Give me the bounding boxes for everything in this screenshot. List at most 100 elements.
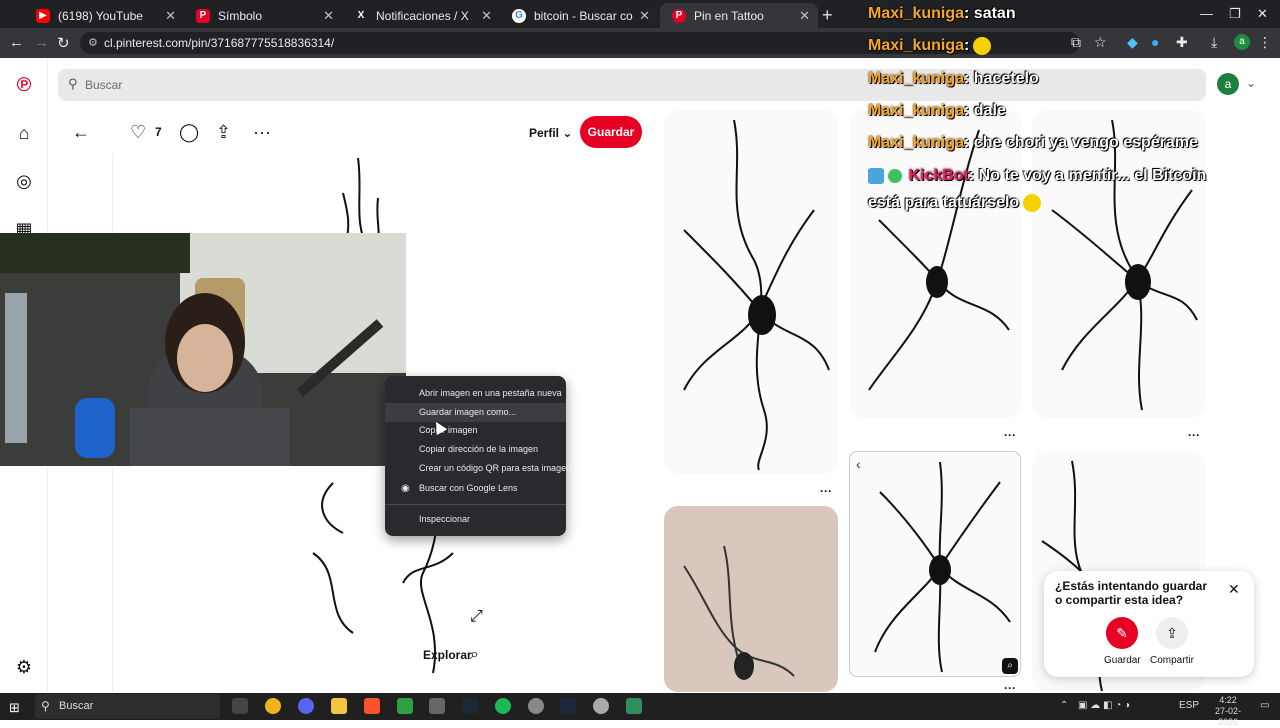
extension-icon[interactable]: ●	[1151, 34, 1159, 50]
taskbar-clock[interactable]: 4:22 27-02-2026	[1206, 695, 1250, 728]
related-pin[interactable]	[1032, 110, 1205, 418]
heart-icon[interactable]: ♡	[130, 122, 146, 143]
tab-label: (6198) YouTube	[58, 8, 143, 23]
task-view-icon[interactable]	[232, 698, 248, 714]
clock-date: 27-02-2026	[1214, 706, 1241, 727]
spotify-icon[interactable]	[495, 698, 511, 714]
download-icon[interactable]: ⤓	[1211, 34, 1217, 51]
close-icon[interactable]: ✕	[481, 8, 492, 24]
share-icon[interactable]: ⇪	[216, 122, 231, 143]
steam-icon[interactable]	[462, 698, 478, 714]
chat-message: Maxi_kuniga: hacetelo	[868, 70, 1039, 88]
obs-icon[interactable]	[593, 698, 609, 714]
menu-item-label: Copiar imagen	[419, 425, 478, 435]
steam-icon[interactable]	[560, 698, 576, 714]
extension-icon[interactable]: ◆	[1127, 34, 1138, 51]
chat-text: : satan	[964, 5, 1016, 22]
app-icon[interactable]	[528, 698, 544, 714]
menu-item-save-image-as[interactable]: Guardar imagen como...	[385, 403, 566, 422]
visual-search-icon[interactable]: ⌕	[470, 646, 479, 664]
tab-simbolo[interactable]: P Símbolo ✕	[184, 3, 342, 28]
reload-icon[interactable]: ↻	[57, 34, 70, 52]
more-options-icon[interactable]: ···	[253, 122, 271, 143]
language-indicator[interactable]: ESP	[1179, 700, 1199, 711]
tab-pin-en-tattoo[interactable]: P Pin en Tattoo ✕	[660, 3, 818, 28]
tab-youtube[interactable]: ▶ (6198) YouTube ✕	[24, 3, 184, 28]
brave-icon[interactable]	[364, 698, 380, 714]
related-pin[interactable]	[849, 110, 1021, 418]
tray-chevron-icon[interactable]: ⌃	[1060, 700, 1068, 711]
back-arrow-icon[interactable]: ←	[72, 122, 90, 143]
related-pin[interactable]	[664, 506, 838, 692]
menu-item-label: Crear un código QR para esta imagen	[419, 463, 572, 473]
app-icon[interactable]	[626, 698, 642, 714]
forward-arrow-icon[interactable]: →	[34, 34, 49, 51]
new-tab-button[interactable]: +	[822, 5, 833, 26]
menu-item-inspect[interactable]: Inspeccionar	[385, 510, 566, 529]
expand-icon[interactable]: ⤢	[470, 608, 483, 626]
restore-button[interactable]: ❐	[1229, 6, 1241, 22]
app-icon[interactable]	[429, 698, 445, 714]
profile-dropdown[interactable]: Perfil ⌄	[529, 126, 572, 140]
close-icon[interactable]: ✕	[323, 8, 334, 24]
pinterest-icon: P	[672, 8, 686, 23]
visual-search-icon[interactable]: ⌕	[1002, 658, 1018, 674]
menu-kebab-icon[interactable]: ⋮	[1258, 34, 1272, 51]
file-explorer-icon[interactable]	[331, 698, 347, 714]
like-count: 7	[155, 125, 162, 139]
taskbar-search-input[interactable]: ⚲ Buscar	[35, 694, 220, 719]
tray-icons[interactable]: ▣ ☁ ◧ ◔ ◑	[1078, 700, 1130, 711]
popup-share-button[interactable]: ⇪	[1156, 617, 1188, 649]
extensions-puzzle-icon[interactable]: ✚	[1176, 34, 1188, 51]
close-icon[interactable]: ✕	[165, 8, 176, 24]
save-button[interactable]: Guardar	[580, 116, 642, 148]
chat-message: Maxi_kuniga: che chori ya vengo espérame	[868, 134, 1198, 152]
related-pin[interactable]	[664, 110, 838, 474]
app-icon[interactable]	[397, 698, 413, 714]
tab-google[interactable]: G bitcoin - Buscar con Google ✕	[500, 3, 658, 28]
more-options-icon[interactable]: ···	[820, 484, 832, 498]
settings-gear-icon[interactable]: ⚙	[12, 655, 36, 679]
chat-username: Maxi_kuniga	[868, 134, 965, 151]
menu-item-copy-image[interactable]: Copiar imagen	[385, 421, 566, 440]
close-icon[interactable]: ✕	[799, 8, 810, 24]
windows-start-icon[interactable]: ⊞	[9, 700, 20, 716]
more-options-icon[interactable]: ···	[1004, 428, 1016, 442]
chat-username: Maxi_kuniga	[868, 102, 965, 119]
related-pin[interactable]: ‹ ⌕	[849, 451, 1021, 677]
browser-profile-avatar[interactable]: a	[1234, 34, 1250, 50]
chevron-down-icon[interactable]: ⌄	[1246, 76, 1256, 90]
close-icon[interactable]: ✕	[639, 8, 650, 24]
site-info-icon[interactable]: ⚙	[88, 32, 98, 54]
comment-icon[interactable]: ◯	[179, 122, 199, 143]
install-app-icon[interactable]: ⧉	[1071, 34, 1081, 51]
menu-separator	[385, 504, 566, 505]
menu-item-open-image-new-tab[interactable]: Abrir imagen en una pestaña nueva	[385, 384, 566, 403]
close-icon[interactable]: ✕	[1228, 581, 1240, 598]
browser-tab-strip: ▶ (6198) YouTube ✕ P Símbolo ✕ X Notific…	[0, 0, 1280, 28]
pinterest-logo-icon[interactable]: ℗	[12, 73, 36, 97]
emote-icon	[1023, 194, 1042, 212]
chat-message: Maxi_kuniga:	[868, 37, 992, 55]
bookmark-star-icon[interactable]: ☆	[1094, 34, 1107, 51]
notification-icon[interactable]: ▭	[1260, 700, 1269, 711]
more-options-icon[interactable]: ···	[1188, 428, 1200, 442]
explore-compass-icon[interactable]: ◎	[12, 169, 36, 193]
menu-item-create-qr-code[interactable]: Crear un código QR para esta imagen	[385, 459, 571, 478]
close-window-button[interactable]: ✕	[1257, 6, 1268, 22]
taskbar-search-placeholder: Buscar	[59, 700, 94, 712]
avatar[interactable]: a	[1217, 73, 1239, 95]
chrome-icon[interactable]	[265, 698, 281, 714]
x-icon: X	[357, 9, 365, 21]
chevron-left-icon[interactable]: ‹	[856, 456, 861, 472]
home-icon[interactable]: ⌂	[12, 121, 36, 145]
tab-x[interactable]: X Notificaciones / X ✕	[342, 3, 500, 28]
tattoo-artwork	[683, 119, 830, 471]
discord-icon[interactable]	[298, 698, 314, 714]
popup-save-button[interactable]: ✎	[1106, 617, 1138, 649]
menu-item-copy-image-address[interactable]: Copiar dirección de la imagen	[385, 440, 566, 459]
menu-item-google-lens[interactable]: ◉ Buscar con Google Lens	[385, 479, 566, 498]
back-arrow-icon[interactable]: ←	[9, 34, 24, 51]
minimize-button[interactable]: —	[1200, 6, 1213, 21]
explore-label[interactable]: Explorar	[423, 648, 472, 662]
